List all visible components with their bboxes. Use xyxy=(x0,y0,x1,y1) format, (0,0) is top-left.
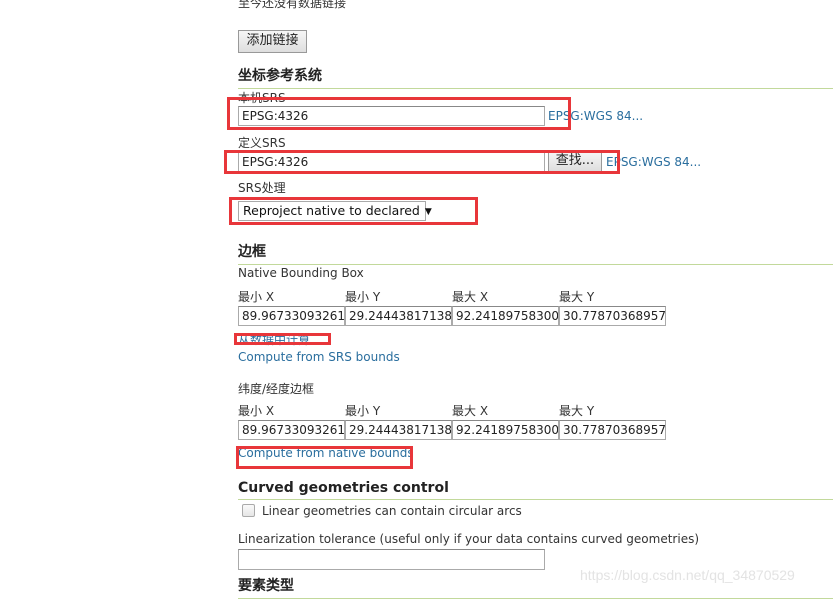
bounds-section-heading: 边框 xyxy=(238,241,833,265)
latlon-max-y-input[interactable]: 30.778703689575 xyxy=(559,420,666,440)
srs-handling-label: SRS处理 xyxy=(238,181,286,195)
latlon-max-x-input[interactable]: 92.241897583007 xyxy=(452,420,559,440)
latlon-max-y-label: 最大 Y xyxy=(559,404,595,418)
latlon-bbox-label: 纬度/经度边框 xyxy=(238,382,315,396)
circular-arcs-label: Linear geometries can contain circular a… xyxy=(262,504,522,518)
srs-handling-selected: Reproject native to declared xyxy=(243,203,420,218)
native-max-y-label: 最大 Y xyxy=(559,290,595,304)
native-bbox-label: Native Bounding Box xyxy=(238,266,364,280)
curved-geometries-heading: Curved geometries control xyxy=(238,480,833,500)
linearization-tolerance-input[interactable] xyxy=(238,549,545,570)
crs-section-heading: 坐标参考系统 xyxy=(238,65,833,89)
native-min-y-label: 最小 Y xyxy=(345,290,381,304)
native-max-x-input[interactable]: 92.241897583007 xyxy=(452,306,559,326)
watermark-text: https://blog.csdn.net/qq_34870529 xyxy=(580,567,795,583)
latlon-min-y-label: 最小 Y xyxy=(345,404,381,418)
no-data-links-message: 至今还没有数据链接 xyxy=(238,0,347,10)
native-srs-link[interactable]: EPSG:WGS 84... xyxy=(548,109,643,123)
declared-srs-label: 定义SRS xyxy=(238,136,286,150)
latlon-min-x-label: 最小 X xyxy=(238,404,275,418)
latlon-min-x-input[interactable]: 89.967330932617 xyxy=(238,420,345,440)
srs-handling-select[interactable]: Reproject native to declared ▼ xyxy=(238,201,432,221)
native-max-x-label: 最大 X xyxy=(452,290,489,304)
native-min-x-input[interactable]: 89.967330932617 xyxy=(238,306,345,326)
compute-from-data-link[interactable]: 从数据中计算 xyxy=(238,331,310,348)
dropdown-arrow-icon: ▼ xyxy=(424,207,432,217)
add-link-button[interactable]: 添加链接 xyxy=(238,30,307,53)
native-min-x-label: 最小 X xyxy=(238,290,275,304)
declared-srs-input[interactable]: EPSG:4326 xyxy=(238,152,545,172)
declared-srs-link[interactable]: EPSG:WGS 84... xyxy=(606,155,701,169)
native-srs-label: 本机SRS xyxy=(238,91,286,105)
compute-from-native-bounds-link[interactable]: Compute from native bounds xyxy=(238,446,414,460)
native-max-y-input[interactable]: 30.778703689575 xyxy=(559,306,666,326)
linearization-tolerance-label: Linearization tolerance (useful only if … xyxy=(238,532,700,546)
latlon-max-x-label: 最大 X xyxy=(452,404,489,418)
compute-from-srs-bounds-link[interactable]: Compute from SRS bounds xyxy=(238,350,400,364)
native-srs-input[interactable]: EPSG:4326 xyxy=(238,106,545,126)
native-min-y-input[interactable]: 29.244438171386 xyxy=(345,306,452,326)
circular-arcs-checkbox[interactable] xyxy=(242,504,255,517)
find-srs-button[interactable]: 查找... xyxy=(548,151,602,172)
latlon-min-y-input[interactable]: 29.244438171386 xyxy=(345,420,452,440)
